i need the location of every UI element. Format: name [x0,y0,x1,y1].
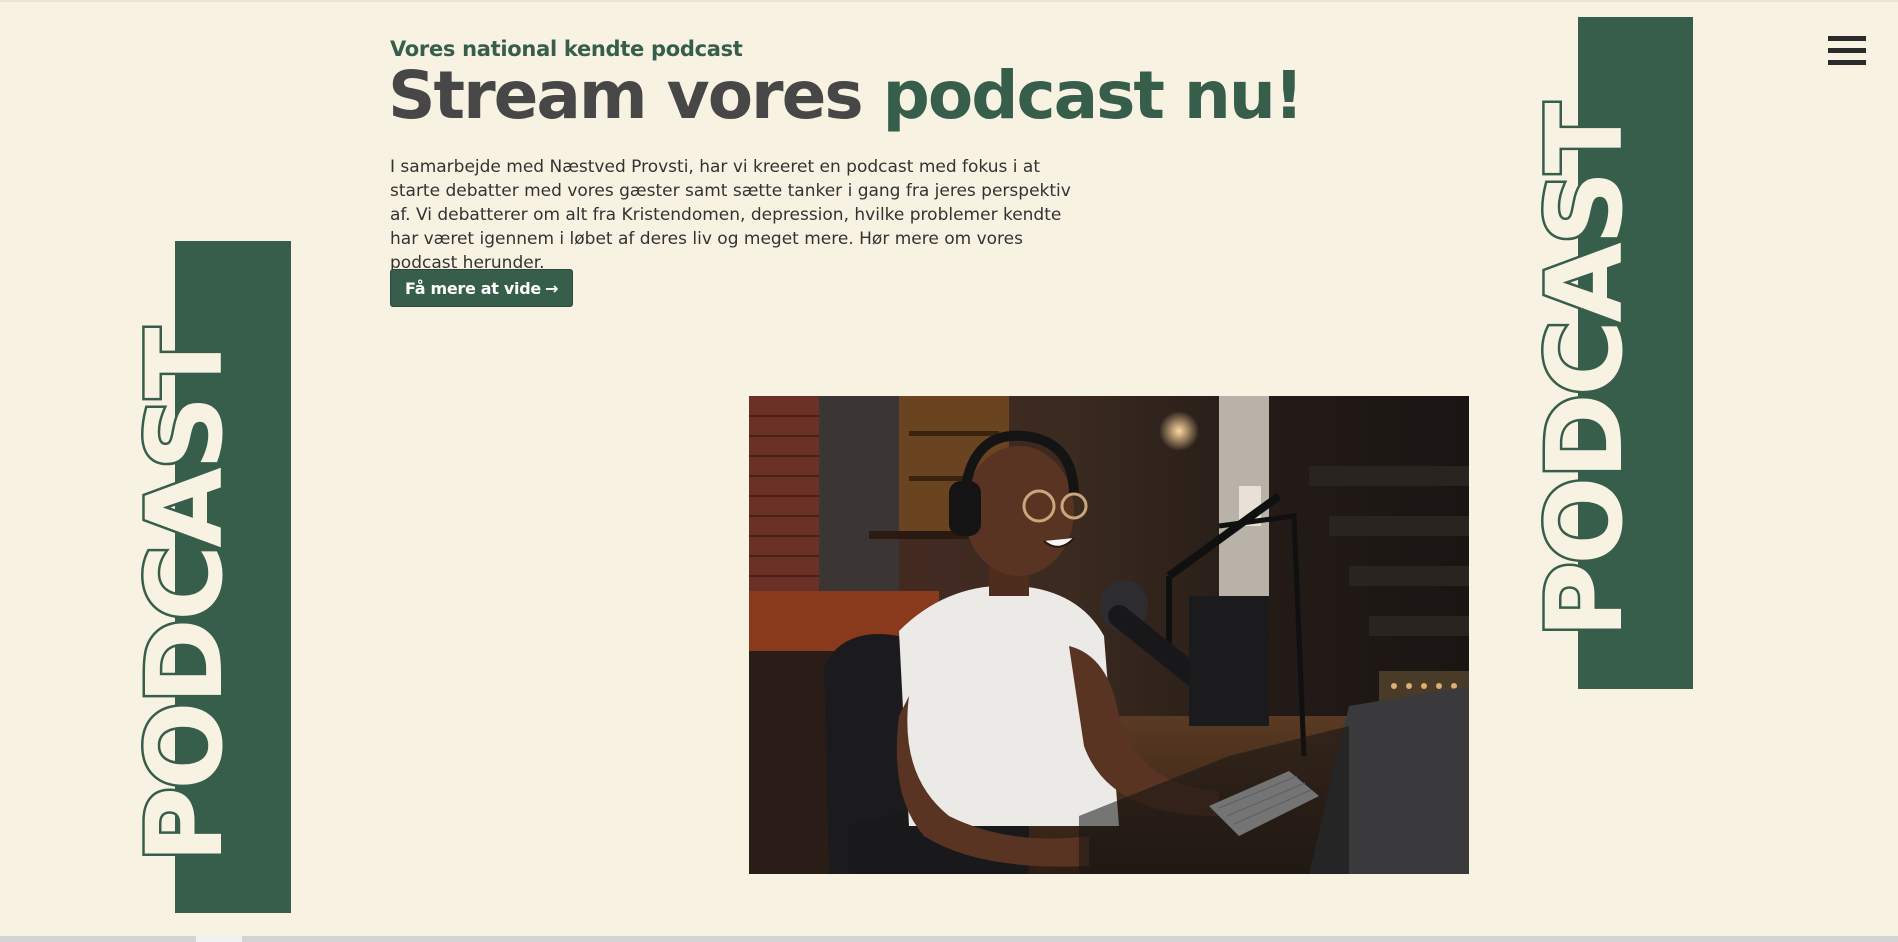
hamburger-menu-icon[interactable] [1828,36,1866,70]
learn-more-button[interactable]: Få mere at vide → [390,269,574,307]
menu-line [1828,48,1866,53]
hero-description: I samarbejde med Næstved Provsti, har vi… [390,157,1071,273]
headline-part-green: podcast nu! [882,57,1304,134]
menu-line [1828,36,1866,41]
scrollbar-thumb[interactable] [196,936,242,942]
hero-headline: Stream vores podcast nu! [388,63,1304,129]
podcast-host-photo [749,396,1469,874]
menu-line [1828,60,1866,65]
page: PODCAST PODCAST Vores national kendte po… [0,0,1898,942]
podcast-studio-illustration [749,396,1469,874]
learn-more-label: Få mere at vide [405,278,541,298]
horizontal-scrollbar[interactable] [0,936,1898,942]
right-podcast-label: PODCAST [1522,103,1649,641]
top-divider [0,0,1898,2]
headline-part-dark: Stream vores [388,57,883,134]
arrow-right-icon: → [544,278,559,298]
left-podcast-label: PODCAST [122,328,249,866]
